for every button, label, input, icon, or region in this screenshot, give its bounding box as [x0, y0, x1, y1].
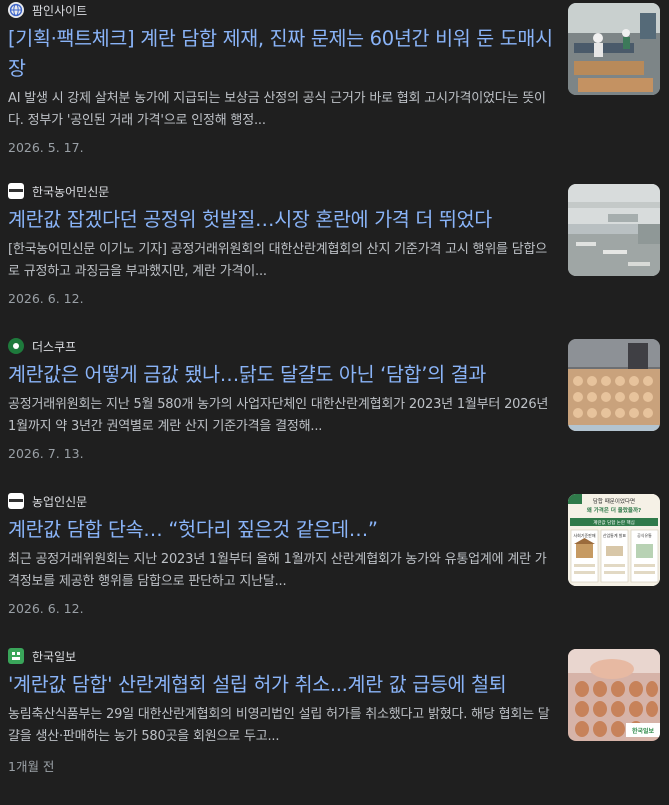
article-title-link[interactable]: 계란값은 어떻게 금값 됐나…닭도 달걀도 아닌 ‘담합’의 결과: [8, 360, 556, 390]
infographic-col3: 공식유통: [637, 532, 652, 538]
newspaper-icon: [8, 183, 24, 199]
news-card-text: 더스쿠프 계란값은 어떻게 금값 됐나…닭도 달걀도 아닌 ‘담합’의 결과 공…: [8, 336, 556, 461]
infographic-col2: 산업통계 발표: [603, 532, 627, 538]
article-snippet: AI 발생 시 강제 살처분 농가에 지급되는 보상금 산정의 공식 근거가 바…: [8, 91, 546, 128]
article-snippet: [한국농어민신문 이기노 기자] 공정거래위원회의 대한산란계협회의 산지 기준…: [8, 242, 548, 279]
photo-watermark: 한국일보: [632, 727, 655, 735]
article-snippet: 농림축산식품부는 29일 대한산란계협회의 비영리법인 설립 허가를 취소했다고…: [8, 707, 550, 744]
article-thumbnail[interactable]: [568, 339, 660, 431]
news-card-text: 한국일보 '계란값 담합' 산란계협회 설립 허가 취소...계란 값 급등에 …: [8, 646, 556, 775]
source-name: 한국일보: [32, 649, 77, 664]
article-date: 2026. 6. 12.: [8, 291, 84, 306]
globe-icon: [8, 2, 24, 18]
article-date: 2026. 5. 17.: [8, 140, 84, 155]
infographic-thumbnail: 담합 때문이었다면 왜 가격은 더 올랐을까? 계란값 담합 논란 핵심 사회기…: [568, 494, 660, 586]
news-card-text: 팜인사이트 [기획·팩트체크] 계란 담합 제재, 진짜 문제는 60년간 비워…: [8, 0, 556, 155]
article-title-link[interactable]: 계란값 담합 단속… “헛다리 짚은것 같은데…”: [8, 515, 556, 545]
article-date: 2026. 7. 13.: [8, 446, 84, 461]
source-row: 한국농어민신문: [8, 181, 556, 201]
scoop-icon: [8, 338, 24, 354]
egg-display-photo: [568, 339, 660, 431]
article-thumbnail[interactable]: [568, 3, 660, 95]
news-card-text: 한국농어민신문 계란값 잡겠다던 공정위 헛발질…시장 혼란에 가격 더 뛰었다…: [8, 181, 556, 306]
article-title-link[interactable]: '계란값 담합' 산란계협회 설립 허가 취소...계란 값 급등에 철퇴: [8, 670, 556, 700]
article-snippet: 최근 공정거래위원회는 지난 2023년 1월부터 올해 1월까지 산란계협회가…: [8, 552, 547, 589]
article-thumbnail[interactable]: 한국일보: [568, 649, 660, 741]
source-name: 팜인사이트: [32, 3, 88, 18]
infographic-line2: 왜 가격은 더 올랐을까?: [587, 506, 641, 514]
article-date: 2026. 6. 12.: [8, 601, 84, 616]
source-row: 팜인사이트: [8, 0, 556, 20]
article-date: 1개월 전: [8, 759, 55, 774]
source-row: 농업인신문: [8, 491, 556, 511]
infographic-col1: 사회기준판매: [573, 532, 595, 538]
news-card-text: 농업인신문 계란값 담합 단속… “헛다리 짚은것 같은데…” 최근 공정거래위…: [8, 491, 556, 616]
article-title-link[interactable]: 계란값 잡겠다던 공정위 헛발질…시장 혼란에 가격 더 뛰었다: [8, 205, 556, 235]
news-feed: 팜인사이트 [기획·팩트체크] 계란 담합 제재, 진짜 문제는 60년간 비워…: [0, 0, 669, 805]
source-name: 더스쿠프: [32, 339, 77, 354]
newspaper-icon: [8, 493, 24, 509]
egg-factory-photo: [568, 3, 660, 95]
article-thumbnail[interactable]: 담합 때문이었다면 왜 가격은 더 올랐을까? 계란값 담합 논란 핵심 사회기…: [568, 494, 660, 586]
article-title-link[interactable]: [기획·팩트체크] 계란 담합 제재, 진짜 문제는 60년간 비워 둔 도매시…: [8, 24, 556, 84]
hankook-icon: [8, 648, 24, 664]
source-name: 한국농어민신문: [32, 184, 110, 199]
warehouse-photo: [568, 184, 660, 276]
article-snippet: 공정거래위원회는 지난 5월 580개 농가의 사업자단체인 대한산란계협회가 …: [8, 397, 549, 434]
source-name: 농업인신문: [32, 494, 88, 509]
source-row: 한국일보: [8, 646, 556, 666]
infographic-band: 계란값 담합 논란 핵심: [593, 519, 635, 526]
infographic-line1: 담합 때문이었다면: [593, 497, 635, 505]
article-thumbnail[interactable]: [568, 184, 660, 276]
eggs-in-hand-photo: 한국일보: [568, 649, 660, 741]
source-row: 더스쿠프: [8, 336, 556, 356]
